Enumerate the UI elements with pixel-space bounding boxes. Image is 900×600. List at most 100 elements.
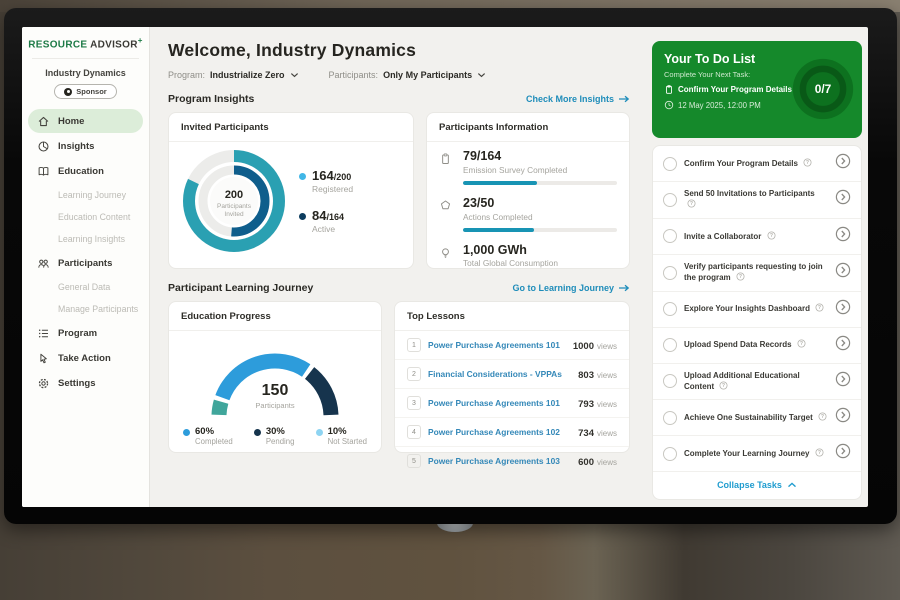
monitor-bezel: RESOURCE ADVISOR+ Industry Dynamics Spon… (4, 8, 897, 524)
gauge-legend-item: 10%Not Started (316, 427, 367, 446)
todo-open-button[interactable] (835, 262, 851, 283)
lesson-link[interactable]: Power Purchase Agreements 101 (428, 340, 566, 350)
info-icon[interactable]: ? (736, 272, 745, 281)
sidebar-item-label: Education (58, 166, 104, 177)
lesson-link[interactable]: Power Purchase Agreements 103 (428, 456, 571, 466)
todo-list-card: Confirm Your Program Details ? Send 50 In… (652, 145, 862, 500)
metric-value: 1,000 GWh (463, 244, 617, 258)
todo-item[interactable]: Confirm Your Program Details ? (653, 146, 861, 182)
todo-item[interactable]: Achieve One Sustainability Target ? (653, 400, 861, 436)
lesson-rank: 3 (407, 396, 421, 410)
sidebar-subitem-learning-journey[interactable]: Learning Journey (28, 184, 143, 206)
todo-open-button[interactable] (835, 443, 851, 464)
todo-checkbox[interactable] (663, 157, 677, 171)
views-suffix: views (597, 371, 617, 380)
sidebar-item-take-action[interactable]: Take Action (28, 346, 143, 370)
todo-open-button[interactable] (835, 335, 851, 356)
sidebar-item-settings[interactable]: Settings (28, 371, 143, 395)
sidebar-subitem-general-data[interactable]: General Data (28, 276, 143, 298)
todo-item[interactable]: Send 50 Invitations to Participants ? (653, 182, 861, 219)
svg-text:?: ? (821, 414, 824, 420)
todo-item[interactable]: Upload Additional Educational Content ? (653, 364, 861, 401)
progress-fill (463, 228, 534, 232)
participants-icon (37, 257, 50, 270)
info-icon[interactable]: ? (719, 381, 728, 390)
chevron-down-icon (477, 72, 486, 78)
todo-item-label: Achieve One Sustainability Target ? (684, 412, 828, 423)
collapse-tasks-link[interactable]: Collapse Tasks (653, 472, 861, 499)
education-progress-card: Education Progress 150 Participants 60%C… (168, 301, 382, 453)
todo-item[interactable]: Complete Your Learning Journey ? (653, 436, 861, 472)
todo-open-button[interactable] (835, 226, 851, 247)
info-icon[interactable]: ? (797, 339, 806, 348)
chevron-right-circle-icon (835, 189, 851, 205)
todo-open-button[interactable] (835, 299, 851, 320)
sidebar: RESOURCE ADVISOR+ Industry Dynamics Spon… (22, 27, 150, 507)
sidebar-subitem-education-content[interactable]: Education Content (28, 206, 143, 228)
sidebar-subitem-learning-insights[interactable]: Learning Insights (28, 228, 143, 250)
todo-checkbox[interactable] (663, 193, 677, 207)
filter-bar: Program:Industrialize Zero Participants:O… (168, 70, 630, 80)
chevron-up-icon (787, 482, 797, 488)
consumption-icon (439, 244, 454, 269)
todo-open-button[interactable] (835, 153, 851, 174)
participants-filter[interactable]: Participants:Only My Participants (329, 70, 487, 80)
svg-text:0/7: 0/7 (815, 82, 832, 96)
todo-item[interactable]: Explore Your Insights Dashboard ? (653, 292, 861, 328)
arrow-right-icon (618, 95, 630, 103)
todo-hero-card: Your To Do List Complete Your Next Task:… (652, 41, 862, 138)
info-icon[interactable]: ? (815, 448, 824, 457)
info-icon[interactable]: ? (818, 412, 827, 421)
sidebar-subitem-label: General Data (58, 282, 110, 292)
invited-participants-donut-chart: 200ParticipantsInvited (179, 146, 289, 256)
legend-text: 164/200Registered (312, 169, 353, 194)
todo-checkbox[interactable] (663, 229, 677, 243)
todo-item-label: Invite a Collaborator ? (684, 231, 828, 242)
todo-item[interactable]: Verify participants requesting to join t… (653, 255, 861, 292)
legend-value: 164/200 (312, 169, 353, 182)
lesson-views: 600views (578, 452, 617, 470)
check-more-insights-link[interactable]: Check More Insights (526, 94, 630, 104)
info-icon[interactable]: ? (687, 199, 696, 208)
todo-checkbox[interactable] (663, 302, 677, 316)
todo-item-label: Send 50 Invitations to Participants ? (684, 189, 828, 211)
legend-dot (316, 429, 323, 436)
todo-open-button[interactable] (835, 189, 851, 210)
sidebar-item-insights[interactable]: Insights (28, 134, 143, 158)
go-to-learning-journey-link[interactable]: Go to Learning Journey (512, 283, 630, 293)
lesson-link[interactable]: Power Purchase Agreements 101 (428, 398, 571, 408)
lesson-link[interactable]: Power Purchase Agreements 102 (428, 427, 571, 437)
todo-checkbox[interactable] (663, 338, 677, 352)
sidebar-subitem-manage-participants[interactable]: Manage Participants (28, 298, 143, 320)
legend-label: Completed (195, 437, 233, 446)
gauge-legend: 60%Completed30%Pending10%Not Started (169, 423, 381, 446)
info-icon[interactable]: ? (815, 303, 824, 312)
info-icon[interactable]: ? (803, 158, 812, 167)
todo-checkbox[interactable] (663, 447, 677, 461)
lesson-link[interactable]: Financial Considerations - VPPAs (428, 369, 571, 379)
sidebar-item-participants[interactable]: Participants (28, 251, 143, 275)
todo-open-button[interactable] (835, 407, 851, 428)
todo-item-label: Complete Your Learning Journey ? (684, 448, 828, 459)
dashboard-screen: RESOURCE ADVISOR+ Industry Dynamics Spon… (22, 27, 868, 507)
page-title: Welcome, Industry Dynamics (168, 40, 630, 61)
todo-checkbox[interactable] (663, 374, 677, 388)
metric-value: 79/164 (463, 150, 617, 164)
program-filter[interactable]: Program:Industrialize Zero (168, 70, 299, 80)
sidebar-item-program[interactable]: Program (28, 321, 143, 345)
sidebar-item-education[interactable]: Education (28, 159, 143, 183)
todo-item[interactable]: Invite a Collaborator ? (653, 219, 861, 255)
sidebar-subitem-label: Learning Insights (58, 234, 125, 244)
todo-item-label: Upload Additional Educational Content ? (684, 371, 828, 393)
info-icon[interactable]: ? (767, 231, 776, 240)
svg-text:200: 200 (225, 189, 243, 201)
todo-item[interactable]: Upload Spend Data Records ? (653, 328, 861, 364)
survey-icon (439, 150, 454, 185)
todo-open-button[interactable] (835, 371, 851, 392)
sponsor-badge-wrap: Sponsor (22, 84, 149, 99)
org-name: Industry Dynamics (22, 68, 149, 78)
sidebar-item-home[interactable]: Home (28, 109, 143, 133)
todo-checkbox[interactable] (663, 411, 677, 425)
svg-text:?: ? (722, 383, 725, 389)
todo-checkbox[interactable] (663, 266, 677, 280)
